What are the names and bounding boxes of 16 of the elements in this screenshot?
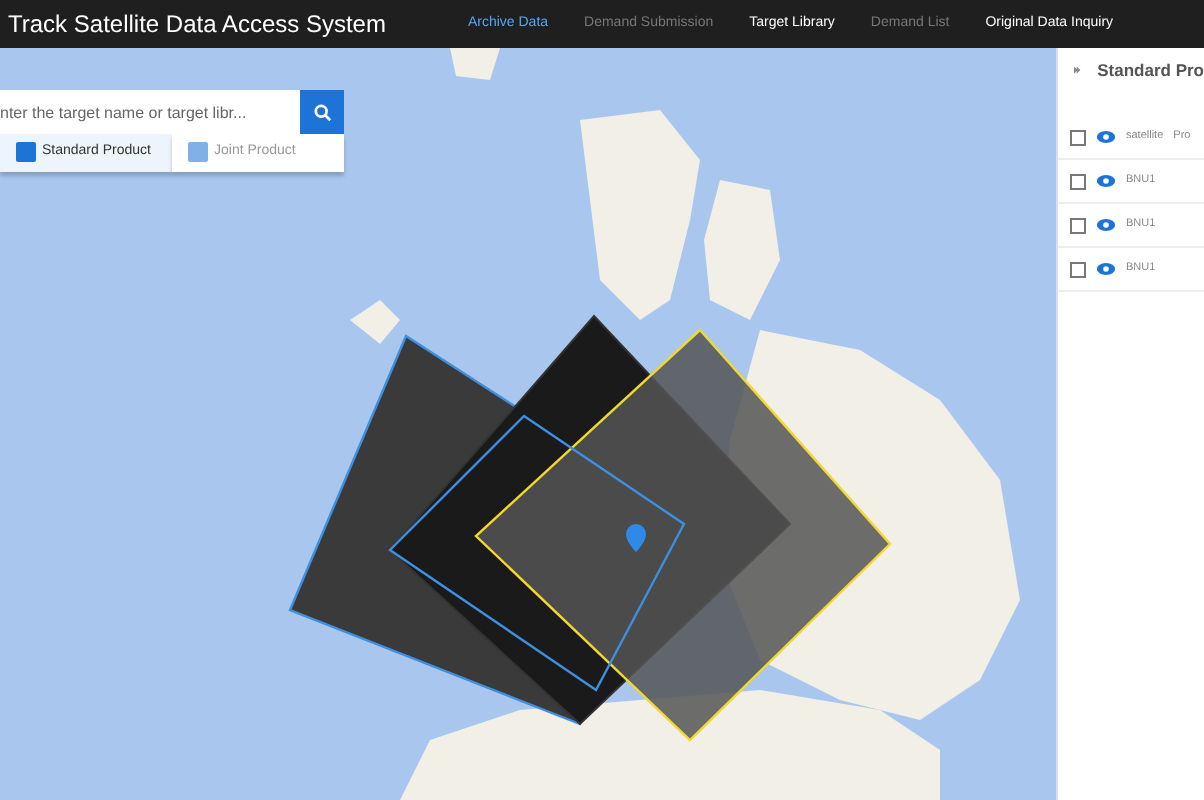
row-checkbox[interactable]: [1070, 173, 1086, 189]
row-checkbox[interactable]: [1070, 217, 1086, 233]
satellite-image-footprint-drawing[interactable]: [288, 314, 892, 742]
expand-icon[interactable]: [1074, 62, 1082, 78]
row-checkbox[interactable]: [1070, 261, 1086, 277]
eye-icon[interactable]: [1096, 130, 1116, 144]
row-checkbox[interactable]: [1070, 129, 1086, 145]
search-icon: [313, 103, 331, 121]
search-button[interactable]: [300, 90, 344, 134]
eye-icon[interactable]: [1096, 262, 1116, 276]
panel-title: Standard Pro: [1097, 57, 1204, 83]
location-pin-icon[interactable]: [626, 524, 646, 552]
app-title: Track Satellite Data Access System: [6, 8, 386, 42]
eye-icon[interactable]: [1096, 218, 1116, 232]
eye-icon[interactable]: [1096, 174, 1116, 188]
search-field[interactable]: nter the target name or target libr...: [0, 90, 300, 134]
